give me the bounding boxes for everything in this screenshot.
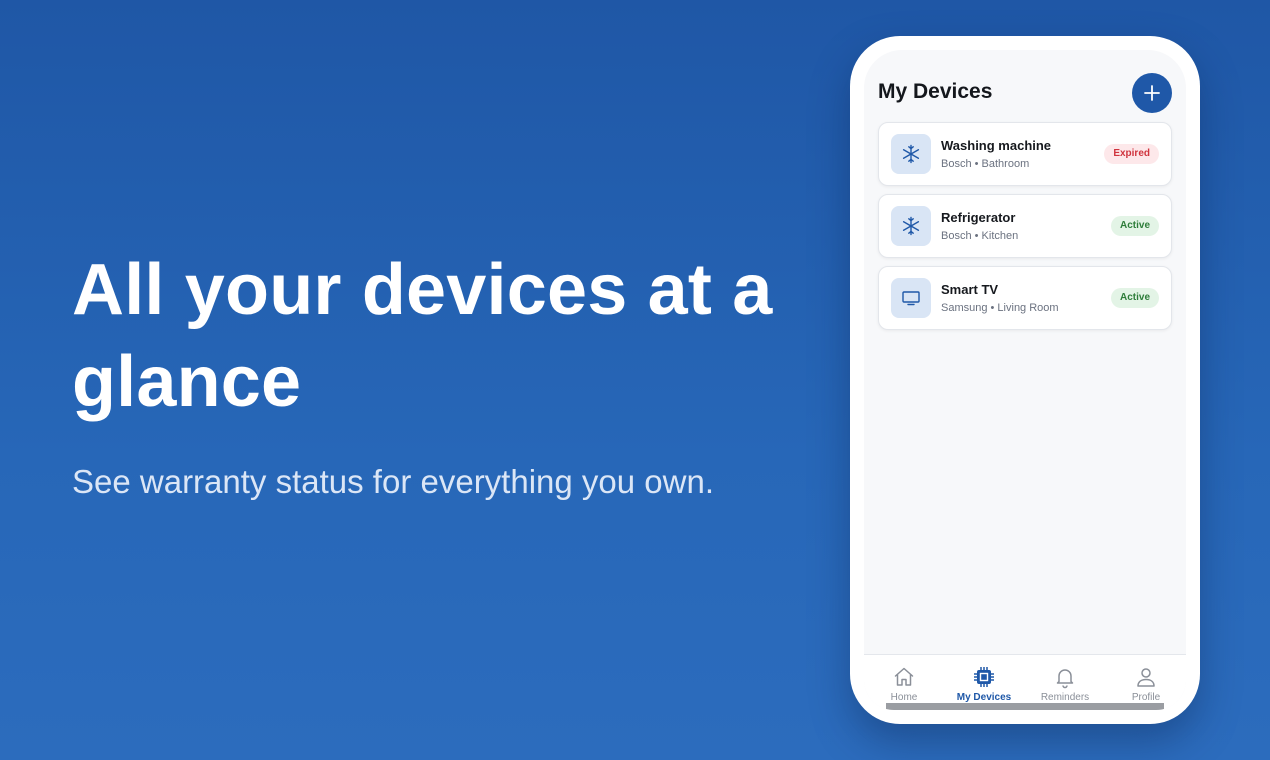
status-badge: Active xyxy=(1110,216,1159,236)
nav-label: Reminders xyxy=(1040,692,1090,703)
device-meta: Bosch • Kitchen xyxy=(941,230,1019,242)
screen-title: My Devices xyxy=(878,80,993,103)
status-badge: Expired xyxy=(1104,144,1159,164)
nav-item-home[interactable]: Home xyxy=(864,655,944,707)
hero-title: All your devices at a glance xyxy=(72,250,773,422)
bottom-nav: Home My Devices Reminders Profile xyxy=(864,654,1186,710)
app-screen: My Devices Washing machine Bosch • Bathr… xyxy=(864,50,1186,710)
home-icon xyxy=(894,667,914,686)
plus-icon xyxy=(1144,85,1160,101)
hero-subtitle: See warranty status for everything you o… xyxy=(72,463,714,500)
tv-icon xyxy=(891,278,931,318)
chip-icon xyxy=(974,667,994,687)
nav-item-profile[interactable]: Profile xyxy=(1106,655,1186,707)
snowflake-icon xyxy=(891,134,931,174)
device-meta: Samsung • Living Room xyxy=(941,302,1059,314)
nav-label: My Devices xyxy=(956,692,1012,703)
nav-label: Home xyxy=(890,692,918,703)
device-meta: Bosch • Bathroom xyxy=(941,158,1030,170)
device-card-refrigerator[interactable]: Refrigerator Bosch • Kitchen Active xyxy=(878,194,1172,258)
person-icon xyxy=(1137,668,1155,687)
device-card-washing-machine[interactable]: Washing machine Bosch • Bathroom Expired xyxy=(878,122,1172,186)
device-name: Smart TV xyxy=(941,282,999,297)
bell-icon xyxy=(1056,669,1074,689)
device-name: Refrigerator xyxy=(941,210,1016,225)
device-card-smart-tv[interactable]: Smart TV Samsung • Living Room Active xyxy=(878,266,1172,330)
snowflake-icon xyxy=(891,206,931,246)
add-device-button[interactable] xyxy=(1132,73,1172,113)
nav-label: Profile xyxy=(1131,692,1161,703)
nav-item-reminders[interactable]: Reminders xyxy=(1025,655,1105,707)
status-badge: Active xyxy=(1110,288,1159,308)
device-name: Washing machine xyxy=(941,138,1052,153)
nav-item-my-devices[interactable]: My Devices xyxy=(944,655,1024,707)
home-indicator xyxy=(886,703,1164,710)
phone-mockup: My Devices Washing machine Bosch • Bathr… xyxy=(850,36,1200,724)
